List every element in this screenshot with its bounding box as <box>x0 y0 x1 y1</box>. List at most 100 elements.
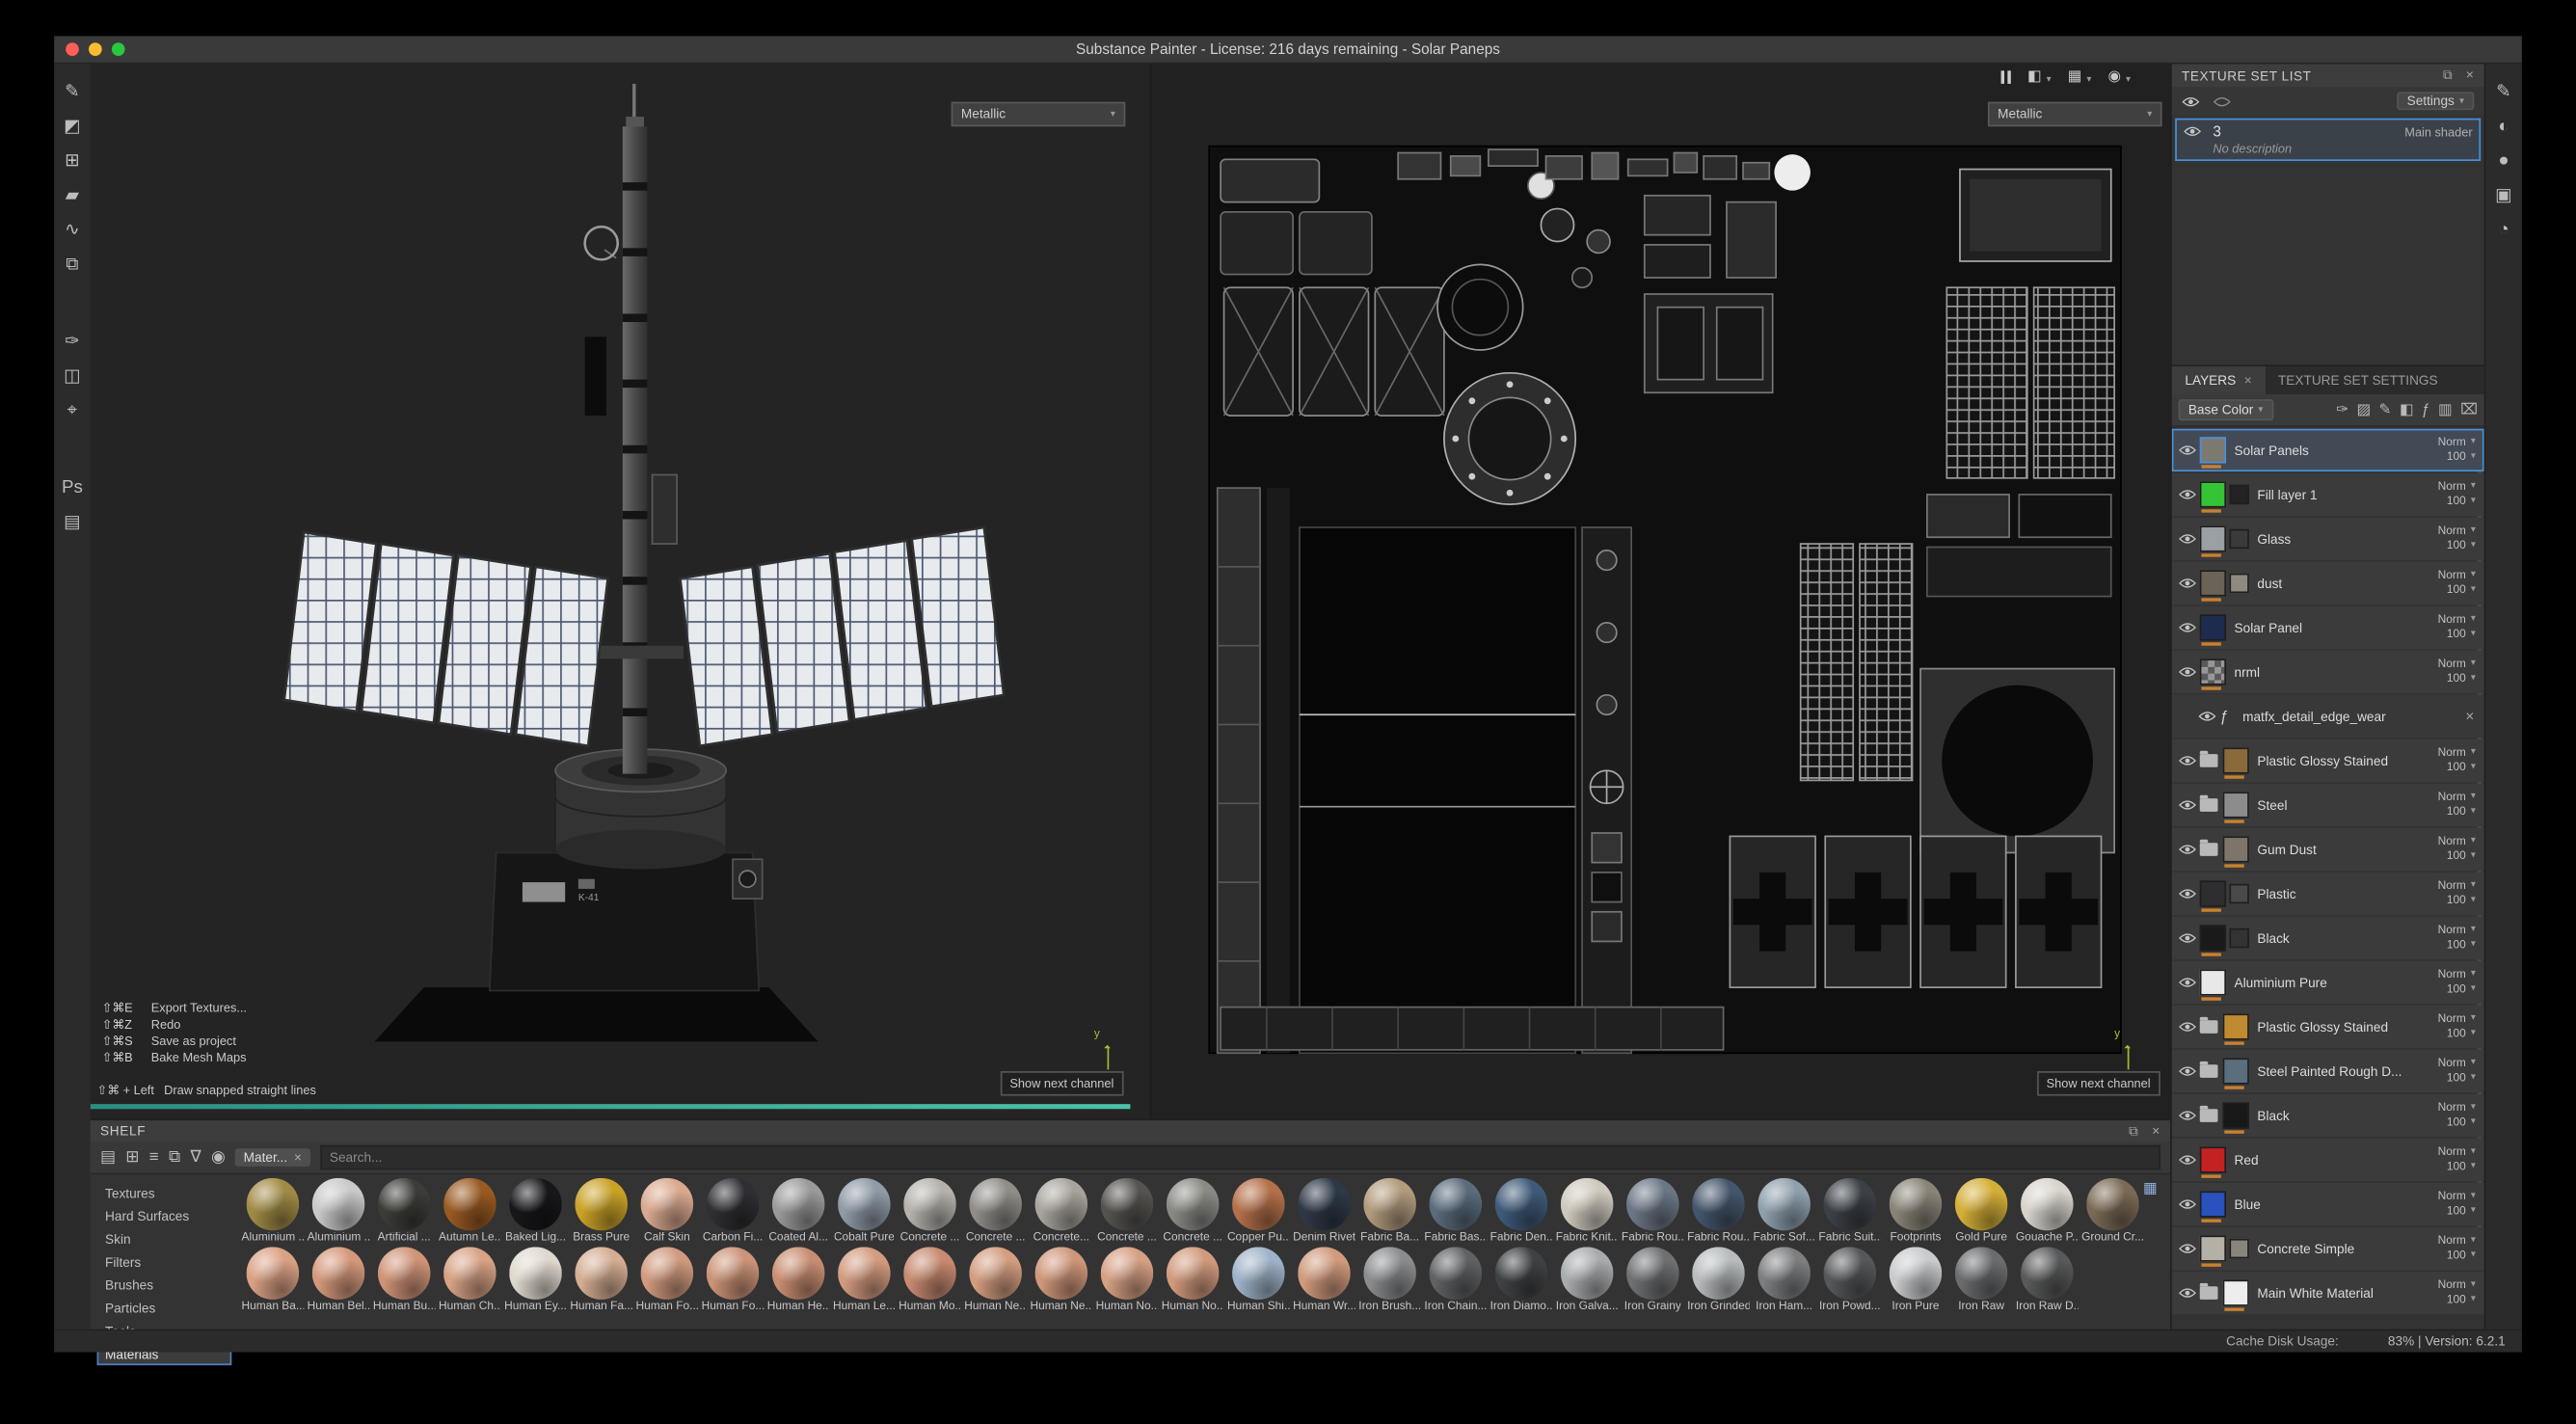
display-settings-icon[interactable]: ◐ <box>2490 115 2516 138</box>
visibility-toggle[interactable] <box>2179 843 2200 856</box>
viewport-3d-channel-select[interactable]: Metallic ▾ <box>952 102 1126 127</box>
blend-mode-select[interactable]: Norm▾ <box>2438 1278 2476 1293</box>
layer-row[interactable]: Concrete SimpleNorm▾100▾ <box>2172 1227 2484 1270</box>
layer-row[interactable]: BlackNorm▾100▾ <box>2172 1094 2484 1137</box>
add-resource-icon[interactable]: ⊞ <box>125 1148 139 1167</box>
visibility-toggle[interactable] <box>2179 1020 2200 1034</box>
texture-set-item[interactable]: 3 Main shader No description <box>2175 119 2481 161</box>
blend-mode-select[interactable]: Norm▾ <box>2438 1057 2476 1071</box>
blend-mode-select[interactable]: Norm▾ <box>2438 658 2476 672</box>
blend-mode-select[interactable]: Norm▾ <box>2438 1234 2476 1249</box>
layer-row[interactable]: Main White MaterialNorm▾100▾ <box>2172 1272 2484 1314</box>
shelf-category-textures[interactable]: Textures <box>97 1183 232 1204</box>
polygon-fill-tool[interactable]: ▰ <box>59 184 85 207</box>
layer-thumbnail[interactable] <box>2223 1279 2249 1305</box>
layer-row[interactable]: BlackNorm▾100▾ <box>2172 917 2484 959</box>
material-item[interactable]: Human Shi... <box>1227 1247 1290 1312</box>
material-item[interactable]: Iron Pure <box>1885 1247 1947 1312</box>
opacity-select[interactable]: 100▾ <box>2447 628 2476 642</box>
minimize-window-button[interactable] <box>89 42 102 56</box>
filter-state-icon[interactable]: ◉ <box>211 1148 226 1167</box>
material-item[interactable]: Fabric Rou... <box>1687 1178 1750 1244</box>
material-item[interactable]: Autumn Le... <box>439 1178 501 1244</box>
material-item[interactable]: Fabric Bas... <box>1424 1178 1487 1244</box>
shelf-category-filters[interactable]: Filters <box>97 1252 232 1274</box>
tab-texture-set-settings[interactable]: TEXTURE SET SETTINGS <box>2265 366 2451 394</box>
layer-thumbnail[interactable] <box>2200 1191 2226 1217</box>
search-input[interactable] <box>320 1145 2160 1170</box>
blend-mode-select[interactable]: Norm▾ <box>2438 1145 2476 1160</box>
pause-icon[interactable] <box>2001 69 2011 83</box>
layer-thumbnail[interactable] <box>2200 481 2226 507</box>
layer-thumbnail[interactable] <box>2223 792 2249 818</box>
delete-layer-icon[interactable]: ⌧ <box>2460 401 2478 419</box>
projection-tool[interactable]: ⊞ <box>59 149 85 173</box>
material-item[interactable]: Iron Galva... <box>1556 1247 1619 1312</box>
layer-secondary-thumbnail[interactable] <box>2229 1239 2248 1258</box>
material-item[interactable]: Human No... <box>1162 1247 1224 1312</box>
layer-row[interactable]: Solar PanelsNorm▾100▾ <box>2172 429 2484 471</box>
remove-effect-icon[interactable]: × <box>2465 708 2477 724</box>
layer-thumbnail[interactable] <box>2200 1146 2226 1172</box>
visibility-toggle[interactable] <box>2198 710 2219 723</box>
blend-mode-select[interactable]: Norm▾ <box>2438 791 2476 805</box>
folder-icon[interactable]: ▤ <box>100 1148 116 1167</box>
add-fill-layer-icon[interactable]: ◧ <box>2400 401 2414 419</box>
material-item[interactable]: Gouache P... <box>2016 1178 2079 1244</box>
material-item[interactable]: Human Fa... <box>570 1247 632 1312</box>
shelf-category-particles[interactable]: Particles <box>97 1298 232 1319</box>
opacity-select[interactable]: 100▾ <box>2447 1249 2476 1263</box>
close-tab-icon[interactable]: × <box>2244 373 2252 388</box>
layer-secondary-thumbnail[interactable] <box>2229 884 2248 903</box>
layer-row[interactable]: PlasticNorm▾100▾ <box>2172 873 2484 915</box>
visibility-toggle[interactable] <box>2179 1153 2200 1167</box>
material-item[interactable]: Iron Diamo... <box>1490 1247 1553 1312</box>
display-mode-icon[interactable]: ◧▾ <box>2027 67 2052 86</box>
material-item[interactable]: Concrete... <box>1030 1178 1092 1244</box>
blend-mode-select[interactable]: Norm▾ <box>2438 436 2476 450</box>
shelf-category-brushes[interactable]: Brushes <box>97 1275 232 1296</box>
material-item[interactable]: Fabric Den... <box>1490 1178 1553 1244</box>
add-mask-icon[interactable]: ▨ <box>2357 401 2372 419</box>
material-item[interactable]: Human Ba... <box>241 1247 304 1312</box>
blend-mode-select[interactable]: Norm▾ <box>2438 924 2476 938</box>
material-item[interactable]: Human Bu... <box>373 1247 436 1312</box>
layer-row[interactable]: nrmlNorm▾100▾ <box>2172 651 2484 693</box>
tab-layers[interactable]: LAYERS × <box>2172 366 2266 394</box>
shelf-category-hard-surfaces[interactable]: Hard Surfaces <box>97 1206 232 1227</box>
history-icon[interactable]: ◔ <box>2490 219 2516 242</box>
opacity-select[interactable]: 100▾ <box>2447 539 2476 553</box>
material-item[interactable]: Human Fo... <box>702 1247 765 1312</box>
zoom-window-button[interactable] <box>112 42 125 56</box>
blend-mode-select[interactable]: Norm▾ <box>2438 1190 2476 1204</box>
visibility-toggle[interactable] <box>2179 798 2200 812</box>
visibility-toggle[interactable] <box>2179 754 2200 767</box>
material-item[interactable]: Gold Pure <box>1950 1178 2013 1244</box>
material-item[interactable]: Denim Rivet <box>1293 1178 1355 1244</box>
opacity-select[interactable]: 100▾ <box>2447 1071 2476 1086</box>
material-picker-tool[interactable]: ✑ <box>59 331 85 354</box>
layer-secondary-thumbnail[interactable] <box>2229 529 2248 549</box>
blend-mode-select[interactable]: Norm▾ <box>2438 1012 2476 1027</box>
visibility-toggle[interactable] <box>2179 577 2200 590</box>
opacity-select[interactable]: 100▾ <box>2447 450 2476 465</box>
opacity-select[interactable]: 100▾ <box>2447 1293 2476 1307</box>
blend-mode-select[interactable]: Norm▾ <box>2438 968 2476 982</box>
material-item[interactable]: Copper Pu... <box>1227 1178 1290 1244</box>
layer-thumbnail[interactable] <box>2223 747 2249 773</box>
pick-material-icon[interactable]: ✑ <box>2336 401 2348 419</box>
material-item[interactable]: Iron Grinded <box>1687 1247 1750 1312</box>
material-item[interactable]: Coated Al... <box>767 1178 830 1244</box>
blend-mode-select[interactable]: Norm▾ <box>2438 879 2476 894</box>
add-group-icon[interactable]: ▥ <box>2438 401 2453 419</box>
material-item[interactable]: Carbon Fi... <box>702 1178 765 1244</box>
opacity-select[interactable]: 100▾ <box>2447 495 2476 509</box>
opacity-select[interactable]: 100▾ <box>2447 583 2476 598</box>
layer-row[interactable]: Solar PanelNorm▾100▾ <box>2172 606 2484 649</box>
viewport-3d[interactable]: Metallic ▾ K-41 ⇧⌘EExport Textures...⇧⌘Z… <box>91 64 1150 1118</box>
material-item[interactable]: Baked Lig... <box>504 1178 567 1244</box>
layer-thumbnail[interactable] <box>2223 1102 2249 1128</box>
layer-row[interactable]: Gum DustNorm▾100▾ <box>2172 828 2484 871</box>
settings-dropdown[interactable]: Settings ▾ <box>2397 92 2474 110</box>
material-item[interactable]: Human Wr... <box>1293 1247 1355 1312</box>
